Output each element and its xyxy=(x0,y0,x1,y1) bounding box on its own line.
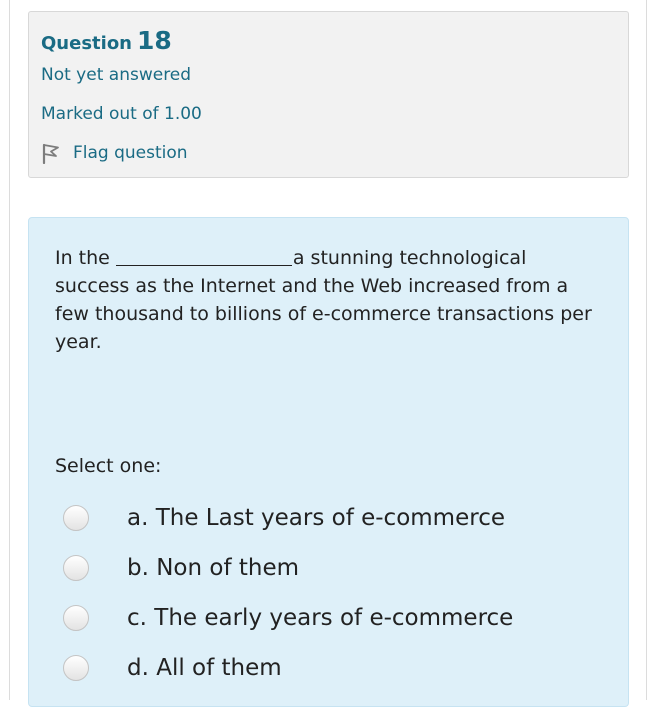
answer-option-b[interactable]: b. Non of them xyxy=(63,543,603,593)
flag-icon xyxy=(41,142,61,164)
question-formulation: In the a stunning technological success a… xyxy=(28,217,629,707)
answer-option-label: c. The early years of e-commerce xyxy=(127,605,514,631)
question-grade: Marked out of 1.00 xyxy=(41,104,202,124)
answer-option-label: b. Non of them xyxy=(127,555,300,581)
select-one-prompt: Select one: xyxy=(55,455,162,477)
question-title: Question 18 xyxy=(41,26,172,55)
question-text-start: In the xyxy=(55,247,110,269)
answer-option-label: d. All of them xyxy=(127,655,282,681)
answer-option-d[interactable]: d. All of them xyxy=(63,643,603,693)
answer-option-label: a. The Last years of e-commerce xyxy=(127,505,505,531)
question-label: Question xyxy=(41,33,132,54)
radio-button-a[interactable] xyxy=(63,505,89,531)
question-state: Not yet answered xyxy=(41,65,192,85)
radio-button-d[interactable] xyxy=(63,655,89,681)
flag-question-label: Flag question xyxy=(73,143,188,163)
answer-option-a[interactable]: a. The Last years of e-commerce xyxy=(63,493,603,543)
answer-option-c[interactable]: c. The early years of e-commerce xyxy=(63,593,603,643)
radio-button-b[interactable] xyxy=(63,555,89,581)
flag-question-button[interactable]: Flag question xyxy=(41,142,188,164)
fill-blank-line xyxy=(115,245,292,266)
question-info-panel: Question 18 Not yet answered Marked out o… xyxy=(28,11,629,178)
question-number: 18 xyxy=(137,26,172,55)
question-text: In the a stunning technological success a… xyxy=(55,244,600,356)
answer-options: a. The Last years of e-commerce b. Non o… xyxy=(63,493,603,693)
radio-button-c[interactable] xyxy=(63,605,89,631)
